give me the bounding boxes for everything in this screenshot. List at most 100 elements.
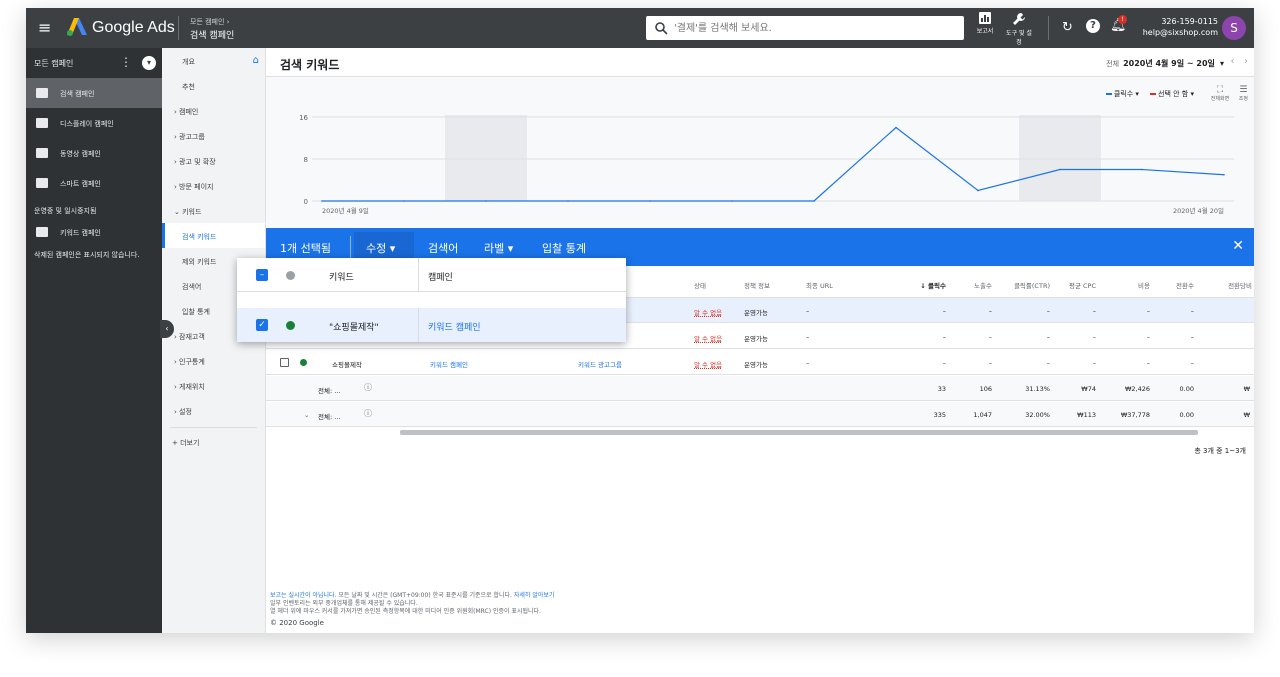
- menu-item-label: › 광고 및 확장: [174, 158, 216, 166]
- menu-item-adgroups[interactable]: › 광고그룹: [162, 123, 265, 148]
- menu-item-label: 제외 키워드: [182, 258, 217, 266]
- reports-button[interactable]: 보고서: [972, 12, 998, 35]
- tools-label: 도구 및 설정: [1006, 30, 1032, 46]
- breadcrumb-current[interactable]: 검색 캠페인: [190, 28, 234, 41]
- menu-item-settings[interactable]: › 설정: [162, 398, 265, 423]
- menu-item-campaigns[interactable]: › 캠페인: [162, 98, 265, 123]
- learn-more-link[interactable]: 자세히 알아보기: [514, 592, 555, 599]
- prev-icon[interactable]: ‹: [1230, 56, 1234, 67]
- menu-item-recommendations[interactable]: 추천: [162, 73, 265, 98]
- col-conversions[interactable]: 전환수: [1158, 280, 1194, 290]
- menu-item-keywords[interactable]: ⌄ 키워드: [162, 198, 265, 223]
- expand-icon[interactable]: ▾: [142, 56, 156, 70]
- search-terms-button[interactable]: 검색어: [428, 240, 458, 256]
- col-campaign[interactable]: 캠페인: [428, 270, 453, 283]
- y-tick-label: 0: [304, 198, 308, 206]
- all-campaigns-header[interactable]: 모든 캠페인 ⋮ ▾: [26, 48, 162, 78]
- search-campaign-icon: [36, 88, 48, 98]
- account-info[interactable]: 326-159-0115 help@sixshop.com: [1143, 16, 1218, 38]
- row-campaign[interactable]: 키워드 캠페인: [428, 320, 481, 333]
- row-policy: 운영가능: [744, 335, 768, 343]
- help-icon[interactable]: ⓘ: [364, 408, 372, 419]
- row-impressions: –: [988, 333, 992, 341]
- expand-chevron-icon[interactable]: ⌄: [304, 411, 309, 419]
- total-ctr: 31.13%: [1025, 385, 1050, 393]
- search-input[interactable]: [674, 20, 954, 36]
- row-checkbox[interactable]: ✓: [256, 319, 268, 331]
- x-tick-label: 2020년 4월 20일: [1173, 206, 1224, 215]
- col-clicks[interactable]: ↓ 클릭수: [906, 280, 946, 290]
- help-icon[interactable]: ⓘ: [364, 382, 372, 393]
- search-box[interactable]: [646, 16, 964, 40]
- dropdown-arrow-icon: ▾: [389, 242, 396, 255]
- row-adgroup[interactable]: 키워드 광고그룹: [578, 359, 622, 369]
- campaign-sidebar: 모든 캠페인 ⋮ ▾ 검색 캠페인 디스플레이 캠페인 동영상 캠페인 스마트 …: [26, 48, 162, 633]
- row-clicks: –: [942, 333, 946, 341]
- col-status[interactable]: 상태: [694, 280, 706, 290]
- close-icon[interactable]: ✕: [1232, 238, 1244, 254]
- menu-item-landing-pages[interactable]: › 방문 페이지: [162, 173, 265, 198]
- row-campaign[interactable]: 키워드 캠페인: [430, 359, 468, 369]
- row-keyword[interactable]: "쇼핑몰제작": [329, 320, 379, 333]
- more-button[interactable]: + 더보기: [162, 428, 265, 448]
- menu-item-overview[interactable]: 개요 ⌂: [162, 48, 265, 73]
- total-clicks: 335: [933, 411, 946, 419]
- bid-insights-button[interactable]: 입찰 통계: [542, 240, 586, 256]
- weekend-band: [445, 115, 527, 201]
- row-url: –: [806, 359, 810, 367]
- col-impressions[interactable]: 노출수: [956, 280, 992, 290]
- top-bar: ≡ Google Ads 모든 캠페인 › 검색 캠페인 보고서 도구 및 설정…: [26, 8, 1254, 48]
- refresh-icon[interactable]: ↻: [1062, 20, 1073, 35]
- row-status[interactable]: 알 수 없음: [694, 359, 722, 369]
- row-keyword[interactable]: 쇼핑몰제작: [332, 359, 362, 369]
- sidebar-item-search-campaign[interactable]: 검색 캠페인: [26, 78, 162, 108]
- row-checkbox[interactable]: [280, 358, 289, 367]
- label-button[interactable]: 라벨 ▾: [484, 240, 513, 256]
- total-impressions: 1,047: [973, 411, 992, 419]
- col-cost-per-conv[interactable]: 전환당비: [1208, 280, 1252, 290]
- table-row[interactable]: 쇼핑몰제작 키워드 캠페인 키워드 광고그룹 알 수 없음 운영가능 – – –…: [266, 350, 1254, 375]
- menu-item-demographics[interactable]: › 인구통계: [162, 348, 265, 373]
- col-avg-cpc[interactable]: 평균 CPC: [1056, 280, 1096, 290]
- horizontal-scrollbar[interactable]: [400, 430, 1198, 435]
- menu-item-ads-extensions[interactable]: › 광고 및 확장: [162, 148, 265, 173]
- tools-button[interactable]: 도구 및 설정: [1004, 12, 1034, 46]
- select-all-checkbox[interactable]: –: [256, 269, 268, 281]
- keyword-campaign-icon: [36, 227, 48, 237]
- avatar[interactable]: S: [1222, 16, 1246, 40]
- home-icon[interactable]: ⌂: [253, 55, 259, 66]
- row-status[interactable]: 알 수 없음: [694, 307, 722, 317]
- panel-row[interactable]: ✓ "쇼핑몰제작" 키워드 캠페인: [237, 308, 626, 342]
- help-icon[interactable]: ?: [1086, 19, 1100, 33]
- y-tick-label: 16: [299, 114, 308, 122]
- col-ctr[interactable]: 클릭률(CTR): [1000, 280, 1050, 290]
- col-keyword[interactable]: 키워드: [329, 270, 354, 283]
- col-final-url[interactable]: 최종 URL: [806, 280, 833, 290]
- row-policy: 운영가능: [744, 309, 768, 317]
- more-vert-icon[interactable]: ⋮: [120, 55, 132, 69]
- edit-button[interactable]: 수정 ▾: [366, 240, 395, 256]
- data-point: [895, 126, 897, 129]
- date-nav[interactable]: ‹ ›: [1230, 56, 1248, 67]
- menu-item-placements[interactable]: › 게재위치: [162, 373, 265, 398]
- alert-badge: !: [1118, 15, 1127, 24]
- row-status[interactable]: 알 수 없음: [694, 333, 722, 343]
- row-url: –: [806, 307, 810, 315]
- total-cost: ₩2,426: [1124, 385, 1150, 393]
- row-url: –: [806, 333, 810, 341]
- col-policy[interactable]: 정책 정보: [744, 280, 770, 290]
- date-range-picker[interactable]: 전체 2020년 4월 9일 ~ 20일 ▾: [1106, 58, 1224, 69]
- footnote-link[interactable]: 보고는 실시간이 아닙니다.: [270, 592, 336, 599]
- breadcrumb-parent[interactable]: 모든 캠페인 ›: [190, 17, 229, 27]
- sidebar-item-smart-campaign[interactable]: 스마트 캠페인: [26, 168, 162, 198]
- sidebar-item-keyword-campaign[interactable]: 키워드 캠페인: [26, 222, 162, 244]
- sidebar-item-display-campaign[interactable]: 디스플레이 캠페인: [26, 108, 162, 138]
- next-icon[interactable]: ›: [1244, 56, 1248, 67]
- row-cost: –: [1146, 359, 1150, 367]
- sidebar-item-video-campaign[interactable]: 동영상 캠페인: [26, 138, 162, 168]
- menu-icon[interactable]: ≡: [38, 20, 51, 36]
- col-cost[interactable]: 비용: [1106, 280, 1150, 290]
- video-campaign-icon: [36, 148, 48, 158]
- sidebar-item-label: 동영상 캠페인: [60, 150, 101, 158]
- menu-item-search-keywords[interactable]: 검색 키워드: [162, 223, 265, 248]
